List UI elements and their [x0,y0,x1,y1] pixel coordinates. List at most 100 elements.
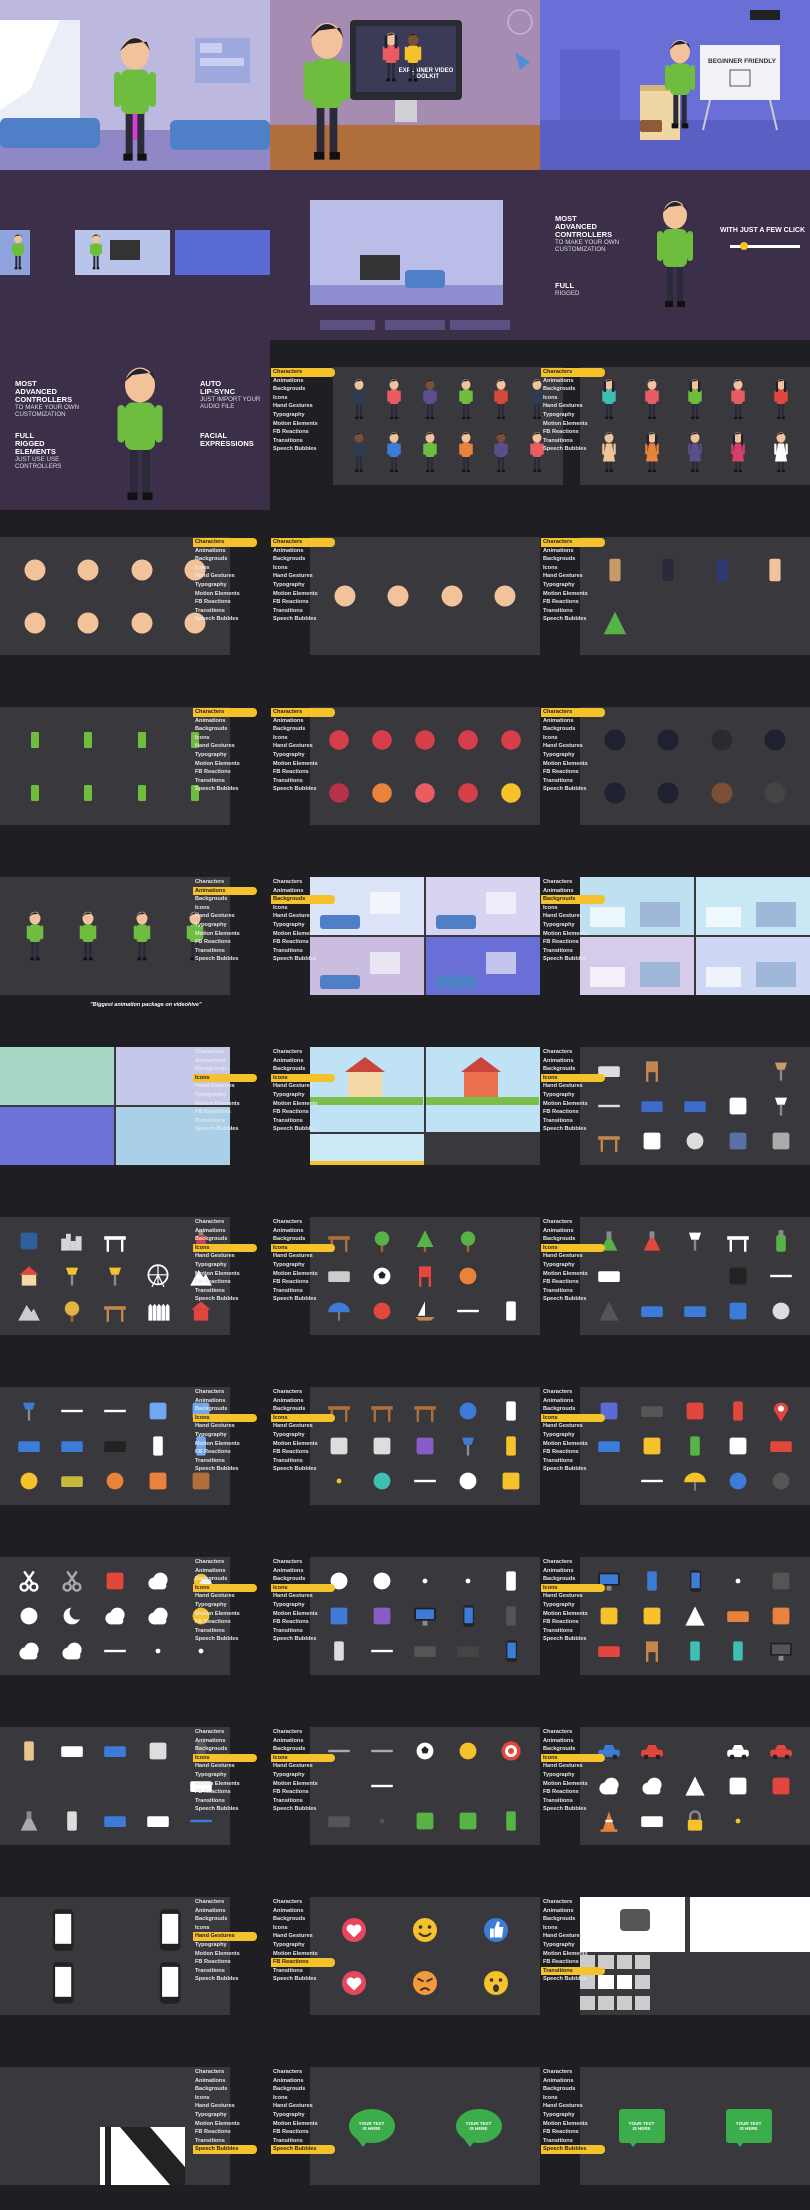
transition-thumb-2[interactable] [690,1897,810,1952]
menu-item-animations[interactable]: Animations [541,1057,605,1066]
menu-item-hand-gestures[interactable]: Hand Gestures [541,1592,605,1601]
menu-item-backgrouds[interactable]: Backgrouds [541,895,605,904]
menu-item-fb-reactions[interactable]: FB Reactions [193,768,257,777]
menu-item-characters[interactable]: Characters [541,708,605,717]
menu-item-typography[interactable]: Typography [541,1431,605,1440]
menu-item-icons[interactable]: Icons [271,1924,335,1933]
menu-item-transitions[interactable]: Transitions [271,437,335,446]
menu-item-speech-bubbles[interactable]: Speech Bubbles [271,1295,335,1304]
menu-item-characters[interactable]: Characters [271,368,335,377]
menu-item-backgrouds[interactable]: Backgrouds [271,895,335,904]
menu-item-speech-bubbles[interactable]: Speech Bubbles [193,1975,257,1984]
menu-item-speech-bubbles[interactable]: Speech Bubbles [541,955,605,964]
menu-item-icons[interactable]: Icons [541,2094,605,2103]
menu-item-icons[interactable]: Icons [193,2094,257,2103]
menu-item-fb-reactions[interactable]: FB Reactions [193,1958,257,1967]
menu-item-icons[interactable]: Icons [541,1073,605,1083]
menu-item-motion-elements[interactable]: Motion Elements [541,1610,605,1619]
menu-item-backgrouds[interactable]: Backgrouds [271,385,335,394]
menu-item-animations[interactable]: Animations [193,1907,257,1916]
menu-item-animations[interactable]: Animations [271,887,335,896]
menu-item-motion-elements[interactable]: Motion Elements [271,420,335,429]
menu-item-hand-gestures[interactable]: Hand Gestures [193,1422,257,1431]
menu-item-backgrouds[interactable]: Backgrouds [541,1235,605,1244]
menu-item-transitions[interactable]: Transitions [541,1797,605,1806]
menu-item-characters[interactable]: Characters [193,1388,257,1397]
menu-item-icons[interactable]: Icons [193,564,257,573]
menu-item-icons[interactable]: Icons [271,1583,335,1593]
menu-item-characters[interactable]: Characters [193,538,257,547]
menu-item-animations[interactable]: Animations [193,1057,257,1066]
hand-gesture-cell[interactable] [39,1907,85,1953]
menu-item-characters[interactable]: Characters [193,1898,257,1907]
menu-item-icons[interactable]: Icons [193,904,257,913]
speech-bubble[interactable]: YOUR TEXT IS HERE [618,2109,665,2147]
menu-item-motion-elements[interactable]: Motion Elements [541,1440,605,1449]
menu-item-fb-reactions[interactable]: FB Reactions [271,1618,335,1627]
menu-item-transitions[interactable]: Transitions [271,777,335,786]
menu-item-fb-reactions[interactable]: FB Reactions [541,1278,605,1287]
menu-item-speech-bubbles[interactable]: Speech Bubbles [541,1805,605,1814]
menu-item-typography[interactable]: Typography [541,1941,605,1950]
hand-gesture-cell[interactable] [146,1960,192,2006]
menu-item-motion-elements[interactable]: Motion Elements [193,590,257,599]
menu-item-animations[interactable]: Animations [271,717,335,726]
menu-item-hand-gestures[interactable]: Hand Gestures [193,1592,257,1601]
menu-item-fb-reactions[interactable]: FB Reactions [541,598,605,607]
menu-item-fb-reactions[interactable]: FB Reactions [193,1108,257,1117]
menu-item-animations[interactable]: Animations [193,886,257,896]
menu-item-backgrouds[interactable]: Backgrouds [541,385,605,394]
menu-item-typography[interactable]: Typography [541,411,605,420]
menu-item-typography[interactable]: Typography [541,1771,605,1780]
menu-item-motion-elements[interactable]: Motion Elements [271,1100,335,1109]
menu-item-fb-reactions[interactable]: FB Reactions [271,768,335,777]
menu-item-motion-elements[interactable]: Motion Elements [271,1440,335,1449]
menu-item-characters[interactable]: Characters [271,1728,335,1737]
menu-item-transitions[interactable]: Transitions [271,607,335,616]
menu-item-icons[interactable]: Icons [193,1073,257,1083]
menu-item-typography[interactable]: Typography [271,1431,335,1440]
menu-item-typography[interactable]: Typography [541,2111,605,2120]
menu-item-speech-bubbles[interactable]: Speech Bubbles [271,955,335,964]
menu-item-icons[interactable]: Icons [541,1413,605,1423]
menu-item-fb-reactions[interactable]: FB Reactions [271,1108,335,1117]
menu-item-backgrouds[interactable]: Backgrouds [541,1405,605,1414]
menu-item-backgrouds[interactable]: Backgrouds [271,1575,335,1584]
menu-item-icons[interactable]: Icons [541,904,605,913]
menu-item-fb-reactions[interactable]: FB Reactions [541,1108,605,1117]
menu-item-characters[interactable]: Characters [271,708,335,717]
menu-item-animations[interactable]: Animations [541,1907,605,1916]
menu-item-speech-bubbles[interactable]: Speech Bubbles [541,1975,605,1984]
menu-item-characters[interactable]: Characters [193,878,257,887]
menu-item-icons[interactable]: Icons [193,1243,257,1253]
menu-item-hand-gestures[interactable]: Hand Gestures [541,912,605,921]
menu-item-animations[interactable]: Animations [271,1397,335,1406]
menu-item-speech-bubbles[interactable]: Speech Bubbles [271,1635,335,1644]
menu-item-characters[interactable]: Characters [193,1728,257,1737]
speech-bubble[interactable]: YOUR TEXT IS HERE [455,2109,502,2147]
menu-item-characters[interactable]: Characters [541,1048,605,1057]
menu-item-icons[interactable]: Icons [271,1753,335,1763]
menu-item-typography[interactable]: Typography [271,1941,335,1950]
menu-item-transitions[interactable]: Transitions [541,437,605,446]
menu-item-characters[interactable]: Characters [541,1898,605,1907]
menu-item-hand-gestures[interactable]: Hand Gestures [541,742,605,751]
menu-item-hand-gestures[interactable]: Hand Gestures [541,572,605,581]
menu-item-characters[interactable]: Characters [541,2068,605,2077]
menu-item-typography[interactable]: Typography [541,1601,605,1610]
menu-item-characters[interactable]: Characters [541,1218,605,1227]
menu-item-typography[interactable]: Typography [271,751,335,760]
menu-item-motion-elements[interactable]: Motion Elements [193,1270,257,1279]
menu-item-characters[interactable]: Characters [271,1558,335,1567]
menu-item-motion-elements[interactable]: Motion Elements [193,1780,257,1789]
menu-item-backgrouds[interactable]: Backgrouds [271,2085,335,2094]
menu-item-hand-gestures[interactable]: Hand Gestures [271,1592,335,1601]
menu-item-animations[interactable]: Animations [271,1567,335,1576]
menu-item-typography[interactable]: Typography [541,1261,605,1270]
menu-item-icons[interactable]: Icons [271,734,335,743]
menu-item-fb-reactions[interactable]: FB Reactions [271,1448,335,1457]
menu-item-backgrouds[interactable]: Backgrouds [541,725,605,734]
menu-item-hand-gestures[interactable]: Hand Gestures [541,1932,605,1941]
menu-item-typography[interactable]: Typography [271,581,335,590]
menu-item-transitions[interactable]: Transitions [193,947,257,956]
